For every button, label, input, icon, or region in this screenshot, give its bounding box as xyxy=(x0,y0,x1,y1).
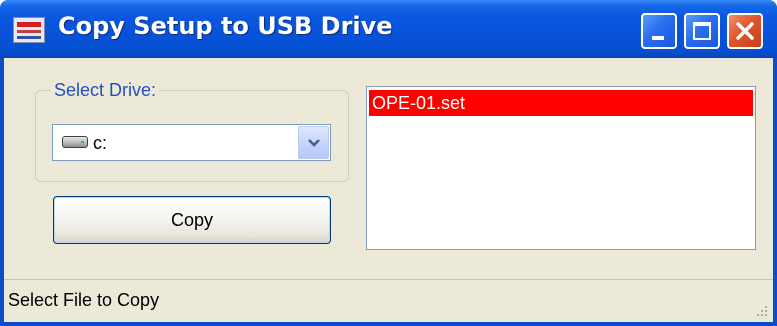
select-drive-label: Select Drive: xyxy=(51,80,160,100)
status-bar: Select File to Copy xyxy=(4,279,773,322)
minimize-button[interactable] xyxy=(641,13,677,49)
status-text: Select File to Copy xyxy=(8,290,160,310)
title-bar[interactable]: Copy Setup to USB Drive xyxy=(0,0,777,58)
selected-drive-value: c: xyxy=(93,133,108,153)
close-icon xyxy=(736,22,754,40)
drive-select-dropdown[interactable]: c: xyxy=(52,124,331,161)
client-area: Select Drive: c: Copy OPE-01.set Select … xyxy=(4,58,773,322)
list-item-selected[interactable]: OPE-01.set xyxy=(369,90,753,116)
dropdown-arrow-button[interactable] xyxy=(298,126,329,159)
file-listbox[interactable]: OPE-01.set xyxy=(366,86,756,250)
app-logo-icon[interactable] xyxy=(13,17,45,43)
minimize-icon xyxy=(652,36,664,40)
resize-grip-icon[interactable] xyxy=(755,304,769,318)
close-button[interactable] xyxy=(727,13,763,49)
maximize-button[interactable] xyxy=(684,13,720,49)
chevron-down-icon xyxy=(308,139,320,147)
app-window: Copy Setup to USB Drive Select Drive: c: xyxy=(0,0,777,326)
window-title: Copy Setup to USB Drive xyxy=(58,12,393,40)
hard-drive-icon xyxy=(62,136,88,148)
copy-button[interactable]: Copy xyxy=(53,196,331,244)
maximize-icon xyxy=(693,22,711,40)
